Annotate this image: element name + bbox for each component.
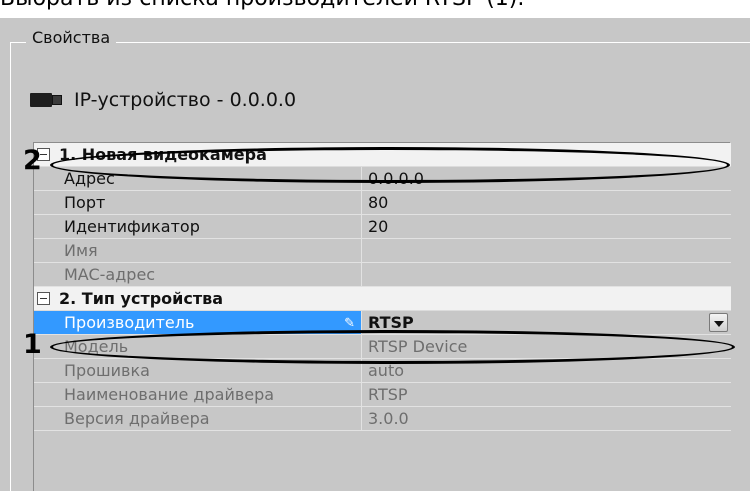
section-device-type[interactable]: 2. Тип устройства xyxy=(34,287,731,311)
property-name: Прошивка xyxy=(34,359,362,382)
property-name: Порт xyxy=(34,191,362,214)
property-row-identifier[interactable]: Идентификатор 20 xyxy=(34,215,731,239)
document-caption: Выбрать из списка производителей RTSP (1… xyxy=(0,0,524,11)
property-row-driver-version[interactable]: Версия драйвера 3.0.0 xyxy=(34,407,731,431)
callout-number-2: 2 xyxy=(23,145,42,176)
camera-icon xyxy=(30,91,64,109)
property-name: Модель xyxy=(34,335,362,358)
property-name: MAC-адрес xyxy=(34,263,362,286)
property-grid: 1. Новая видеокамера Адрес 0.0.0.0 Порт … xyxy=(33,142,731,491)
property-value[interactable]: 20 xyxy=(362,215,731,238)
device-title: IP-устройство - 0.0.0.0 xyxy=(74,89,297,111)
collapse-toggle-icon[interactable] xyxy=(37,292,50,305)
property-value[interactable]: 3.0.0 xyxy=(362,407,731,430)
pencil-icon: ✎ xyxy=(344,316,355,331)
property-name: Адрес xyxy=(34,167,362,190)
property-value[interactable] xyxy=(362,239,731,262)
property-row-firmware[interactable]: Прошивка auto xyxy=(34,359,731,383)
property-name: Версия драйвера xyxy=(34,407,362,430)
property-value[interactable]: RTSP Device xyxy=(362,335,731,358)
property-row-driver-name[interactable]: Наименование драйвера RTSP xyxy=(34,383,731,407)
chevron-down-icon[interactable] xyxy=(709,313,728,332)
section-label: 2. Тип устройства xyxy=(59,289,224,308)
property-row-port[interactable]: Порт 80 xyxy=(34,191,731,215)
property-name: Наименование драйвера xyxy=(34,383,362,406)
group-title: Свойства xyxy=(26,28,117,47)
property-name: Идентификатор xyxy=(34,215,362,238)
property-name: Имя xyxy=(34,239,362,262)
section-new-camera[interactable]: 1. Новая видеокамера xyxy=(34,143,731,167)
property-row-manufacturer[interactable]: Производитель ✎ RTSP xyxy=(34,311,731,335)
property-row-address[interactable]: Адрес 0.0.0.0 xyxy=(34,167,731,191)
callout-number-1: 1 xyxy=(23,329,42,360)
manufacturer-select[interactable]: RTSP xyxy=(362,311,731,334)
property-value[interactable]: RTSP xyxy=(362,383,731,406)
property-row-mac-address[interactable]: MAC-адрес xyxy=(34,263,731,287)
property-row-name[interactable]: Имя xyxy=(34,239,731,263)
property-value[interactable]: 80 xyxy=(362,191,731,214)
property-value[interactable]: 0.0.0.0 xyxy=(362,167,731,190)
device-header: IP-устройство - 0.0.0.0 xyxy=(30,86,296,114)
property-value[interactable]: auto xyxy=(362,359,731,382)
properties-panel: Свойства IP-устройство - 0.0.0.0 1. Нова… xyxy=(0,18,750,491)
manufacturer-selected-value: RTSP xyxy=(368,313,414,332)
property-name: Производитель ✎ xyxy=(34,311,362,334)
property-row-model[interactable]: Модель RTSP Device xyxy=(34,335,731,359)
section-label: 1. Новая видеокамера xyxy=(59,145,267,164)
property-value[interactable] xyxy=(362,263,731,286)
property-name-text: Производитель xyxy=(64,313,195,332)
